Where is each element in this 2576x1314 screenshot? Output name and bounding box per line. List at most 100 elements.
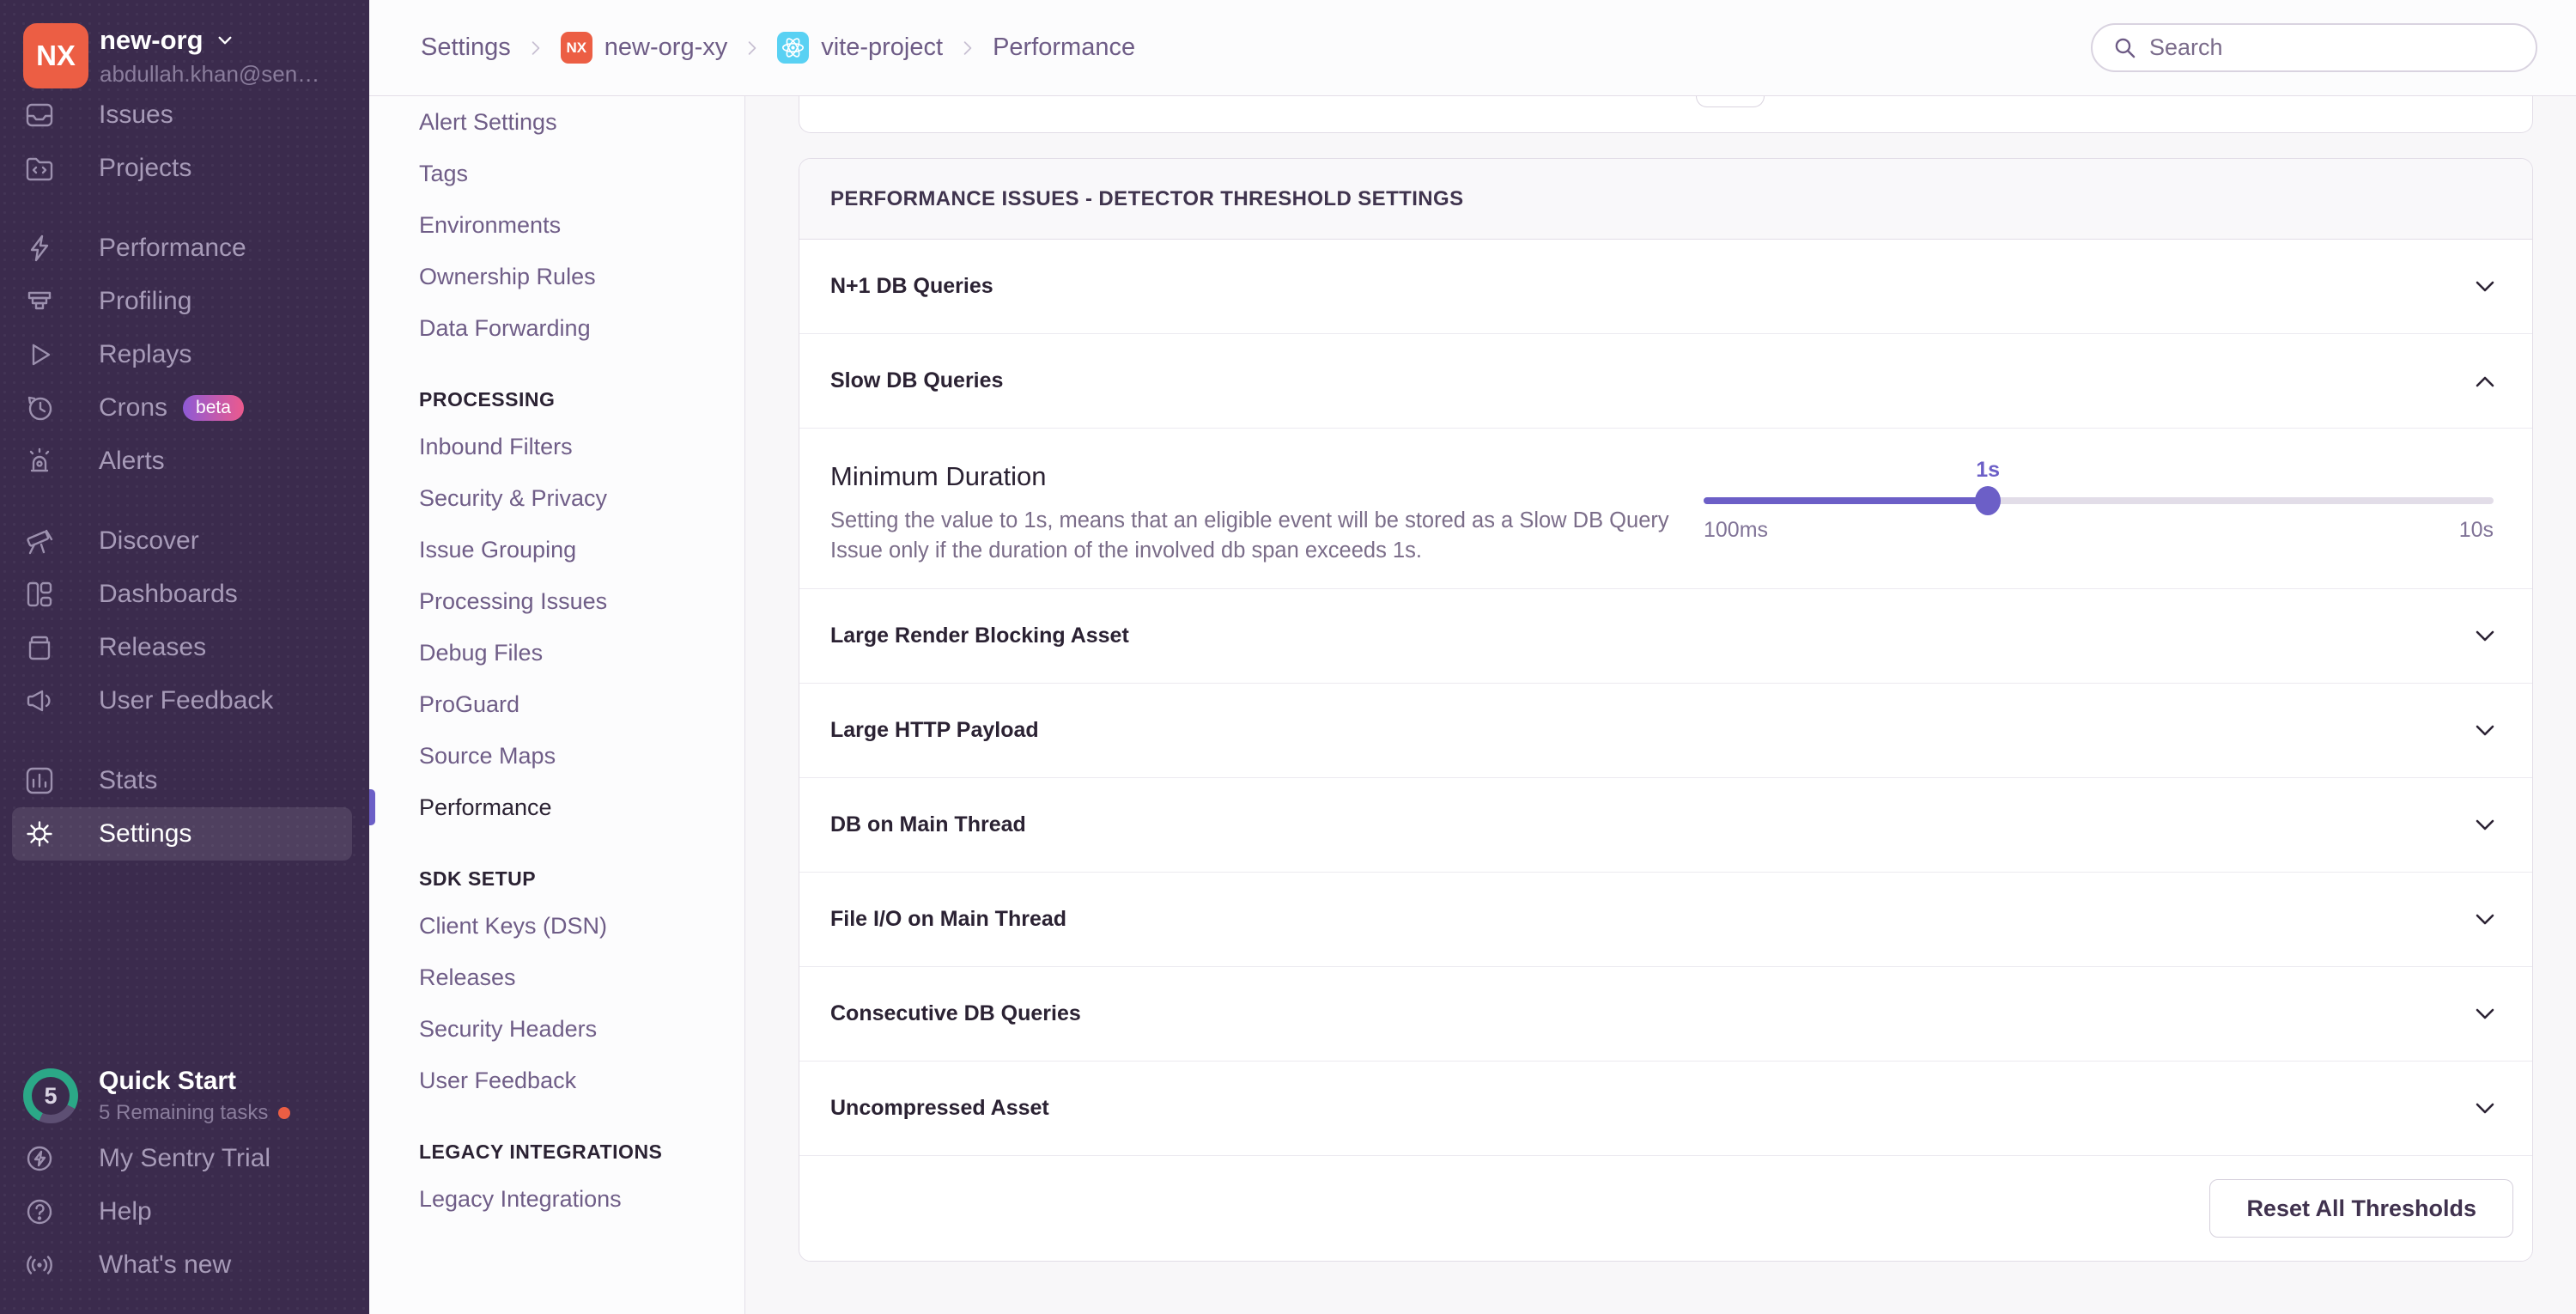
sidebar-item[interactable]: Issues [0,88,369,142]
detector-row[interactable]: Consecutive DB Queries [799,967,2532,1062]
sidebar-item[interactable]: Dashboards [0,568,369,621]
sidebar-item[interactable]: Settings [12,807,352,861]
whats-new-icon [23,1249,56,1281]
replays-icon [23,338,56,371]
settings-nav-entry[interactable]: Source Maps [369,730,744,782]
slider-thumb[interactable] [1975,486,2002,515]
org-avatar: NX [23,23,88,88]
sidebar-footer-menu: My Sentry Trial Help What's new [0,1132,369,1292]
detector-row[interactable]: Large Render Blocking Asset [799,589,2532,684]
sidebar-item[interactable]: Profiling [0,275,369,328]
quick-start[interactable]: 5 Quick Start 5 Remaining tasks [23,1067,291,1125]
sidebar-item[interactable]: Discover [0,514,369,568]
sidebar-item-label: Profiling [99,287,192,315]
sidebar-item[interactable]: Alerts [0,435,369,488]
settings-nav-entry[interactable]: Security & Privacy [369,472,744,524]
settings-nav-entry[interactable]: LEGACY INTEGRATIONS [369,1139,744,1165]
settings-nav-entry[interactable]: Releases [369,952,744,1003]
search-input[interactable] [2149,34,2517,61]
sidebar-footer-item[interactable]: My Sentry Trial [0,1132,369,1185]
breadcrumb-org[interactable]: NX new-org-xy [560,32,728,64]
sidebar-item[interactable]: Crons beta [0,381,369,435]
detector-row[interactable]: Large HTTP Payload [799,684,2532,778]
breadcrumb-org-label: new-org-xy [604,33,728,61]
crons-icon [23,392,56,424]
chevron-down-icon [2469,620,2501,653]
sidebar-menu: Issues Projects Performance Profiling Re… [0,88,369,861]
sidebar-item[interactable]: Releases [0,621,369,674]
settings-nav-entry[interactable]: Performance [369,782,744,833]
detector-row-expanded[interactable]: Slow DB Queries [799,334,2532,429]
sidebar-item[interactable]: Replays [0,328,369,381]
chevron-right-icon [957,37,979,59]
chevron-down-icon [2469,715,2501,747]
sidebar-item-label: Releases [99,633,207,661]
detector-rows-top: N+1 DB Queries [799,240,2532,334]
settings-nav-entry[interactable]: Alert Settings [369,96,744,148]
settings-nav-entry[interactable]: Client Keys (DSN) [369,900,744,952]
trial-icon [23,1142,56,1175]
panel-footer: Reset All Thresholds [799,1156,2532,1261]
settings-nav-entry[interactable]: Ownership Rules [369,251,744,302]
sidebar-item[interactable]: User Feedback [0,674,369,727]
quick-start-progress-ring: 5 [23,1068,78,1123]
settings-nav-entry[interactable]: Tags [369,148,744,199]
breadcrumb-project[interactable]: vite-project [777,32,943,64]
chevron-down-icon [2469,998,2501,1031]
sidebar-item-label: Performance [99,234,246,262]
settings-nav-entry[interactable]: PROCESSING [369,386,744,412]
detector-row[interactable]: Uncompressed Asset [799,1062,2532,1156]
detector-threshold-panel: PERFORMANCE ISSUES - DETECTOR THRESHOLD … [799,158,2533,1262]
detector-row[interactable]: DB on Main Thread [799,778,2532,873]
chevron-down-icon [2469,271,2501,303]
slider-track[interactable] [1704,486,2494,515]
sidebar-item[interactable]: Stats [0,754,369,807]
settings-nav-entry[interactable]: User Feedback [369,1055,744,1106]
sidebar-footer-item[interactable]: Help [0,1185,369,1238]
search-box[interactable] [2091,23,2537,72]
chevron-down-icon [2469,809,2501,842]
detector-rows-bottom: Large Render Blocking Asset Large HTTP P… [799,589,2532,1156]
chevron-up-icon [2469,365,2501,398]
detector-label: Uncompressed Asset [830,1096,1049,1120]
org-badge: NX [560,32,592,64]
beta-badge: beta [183,395,244,421]
detector-label: Large Render Blocking Asset [830,624,1129,648]
sidebar-item-label: Replays [99,340,192,368]
settings-nav-entry[interactable]: Inbound Filters [369,421,744,472]
reset-all-thresholds-button[interactable]: Reset All Thresholds [2209,1179,2513,1238]
chevron-right-icon [525,37,547,59]
react-project-icon [777,32,810,64]
slider-max-label: 10s [2458,518,2494,542]
sidebar-item-label: Discover [99,526,199,555]
settings-nav-entry[interactable]: Data Forwarding [369,302,744,354]
sidebar-item[interactable]: Projects [0,142,369,195]
settings-nav-entry[interactable]: Legacy Integrations [369,1173,744,1225]
breadcrumb-settings[interactable]: Settings [421,33,511,62]
settings-nav-entry[interactable]: ProGuard [369,678,744,730]
settings-nav-entry[interactable]: Debug Files [369,627,744,678]
settings-nav-entry[interactable]: Issue Grouping [369,524,744,575]
detector-label: N+1 DB Queries [830,274,993,298]
sidebar-item-label: Issues [99,100,173,129]
sidebar-footer-item[interactable]: What's new [0,1238,369,1292]
quick-start-subtitle: 5 Remaining tasks [99,1101,269,1124]
breadcrumb-current-page: Performance [993,33,1136,61]
detector-label: Slow DB Queries [830,368,1004,392]
sidebar-item-label: Crons [99,393,168,422]
performance-icon [23,232,56,265]
sidebar-item-label: Settings [99,819,192,848]
sidebar-item[interactable]: Performance [0,222,369,275]
collapsed-toggle-button[interactable] [1696,96,1765,107]
settings-nav-entry[interactable]: Security Headers [369,1003,744,1055]
detector-row[interactable]: File I/O on Main Thread [799,873,2532,967]
discover-icon [23,525,56,557]
slow-db-queries-detail: Minimum Duration Setting the value to 1s… [799,429,2532,589]
sidebar-item-label: Stats [99,766,158,794]
settings-nav-entry[interactable]: Environments [369,199,744,251]
settings-nav-entry[interactable]: SDK SETUP [369,866,744,891]
org-switcher[interactable]: NX new-org abdullah.khan@sen… [23,23,352,88]
detector-row[interactable]: N+1 DB Queries [799,240,2532,334]
settings-nav-entry[interactable]: Processing Issues [369,575,744,627]
org-name: new-org [100,24,204,55]
